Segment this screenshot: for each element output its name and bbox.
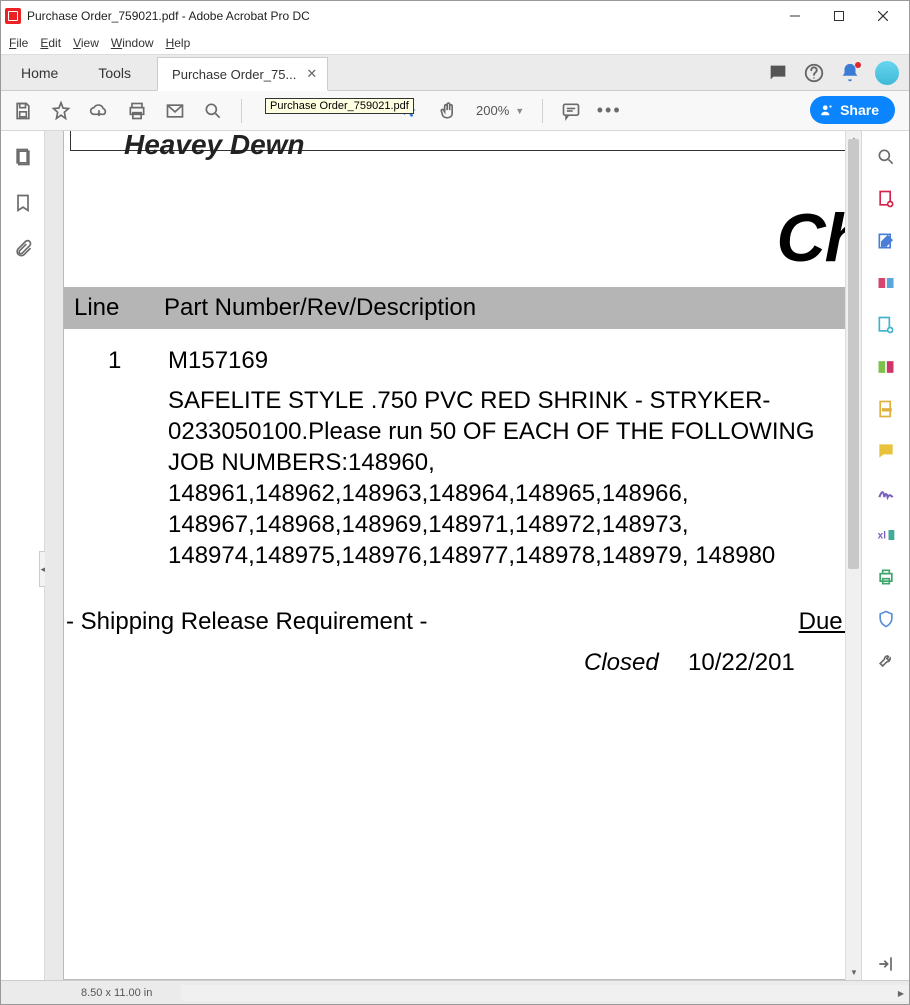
menu-file[interactable]: File [9, 36, 28, 50]
minimize-button[interactable] [773, 1, 817, 31]
menu-window[interactable]: Window [111, 36, 154, 50]
right-tools-rail: xl [861, 131, 909, 980]
col-line: Line [64, 294, 164, 322]
header-text: Heavey Dewn [124, 131, 305, 161]
create-pdf-icon[interactable] [876, 189, 896, 209]
attachment-icon[interactable] [13, 239, 33, 259]
hscroll-right-icon[interactable]: ▶ [893, 985, 909, 1001]
vertical-scrollbar[interactable]: ▲ ▼ [845, 131, 861, 980]
left-navigation-rail: ◀ [1, 131, 45, 980]
window-title: Purchase Order_759021.pdf - Adobe Acroba… [27, 9, 773, 23]
closed-date: 10/22/201 [688, 649, 795, 677]
chat-icon[interactable] [767, 62, 789, 84]
search-right-icon[interactable] [876, 147, 896, 167]
email-icon[interactable] [165, 101, 185, 121]
help-icon[interactable] [803, 62, 825, 84]
sign-icon[interactable] [876, 483, 896, 503]
menu-view[interactable]: View [73, 36, 99, 50]
document-viewport[interactable]: Heavey Dewn Cha Line Part Number/Rev/Des… [45, 131, 861, 980]
redact-icon[interactable] [876, 399, 896, 419]
svg-text:xl: xl [877, 530, 886, 541]
zoom-value: 200% [476, 103, 509, 118]
more-tools-icon[interactable] [876, 651, 896, 671]
toolbar: 200% ▼ ••• Share [1, 91, 909, 131]
export-pdf-icon[interactable] [876, 273, 896, 293]
star-icon[interactable] [51, 101, 71, 121]
hand-icon[interactable] [438, 101, 458, 121]
combine-icon[interactable] [876, 357, 896, 377]
scroll-down-icon[interactable]: ▼ [846, 964, 861, 980]
comment-icon[interactable] [561, 101, 581, 121]
horizontal-scrollbar[interactable] [181, 985, 909, 1001]
pdf-page: Heavey Dewn Cha Line Part Number/Rev/Des… [63, 131, 861, 980]
print-tool-icon[interactable] [876, 567, 896, 587]
status-bar: 8.50 x 11.00 in ◀ ▶ [1, 980, 909, 1004]
app-icon [5, 8, 21, 24]
page-size: 8.50 x 11.00 in [81, 987, 152, 999]
close-button[interactable] [861, 1, 905, 31]
account-avatar[interactable] [875, 61, 899, 85]
col-part: Part Number/Rev/Description [164, 294, 476, 322]
tooltip: Purchase Order_759021.pdf [265, 98, 414, 114]
print-icon[interactable] [127, 101, 147, 121]
document-tab[interactable]: Purchase Order_75... ✕ [157, 57, 328, 91]
table-header: Line Part Number/Rev/Description [64, 287, 861, 329]
menu-edit[interactable]: Edit [40, 36, 61, 50]
search-icon[interactable] [203, 101, 223, 121]
thumbnails-icon[interactable] [13, 147, 33, 167]
comment-tool-icon[interactable] [876, 441, 896, 461]
cloud-icon[interactable] [89, 101, 109, 121]
maximize-button[interactable] [817, 1, 861, 31]
menu-help[interactable]: Help [166, 36, 191, 50]
protect-icon[interactable] [876, 609, 896, 629]
organize-icon[interactable] [876, 315, 896, 335]
edit-pdf-icon[interactable] [876, 231, 896, 251]
share-button[interactable]: Share [810, 96, 895, 124]
toolbar-separator [241, 99, 242, 123]
table-icon[interactable]: xl [876, 525, 896, 545]
menu-bar: File Edit View Window Help [1, 31, 909, 55]
line-number: 1 [108, 347, 121, 375]
toolbar-separator [542, 99, 543, 123]
tab-home[interactable]: Home [1, 56, 78, 90]
bookmark-icon[interactable] [13, 193, 33, 213]
part-number: M157169 [168, 347, 268, 375]
description: SAFELITE STYLE .750 PVC RED SHRINK - STR… [168, 385, 861, 571]
more-icon[interactable]: ••• [599, 101, 619, 121]
share-label: Share [840, 102, 879, 118]
tab-close-icon[interactable]: ✕ [306, 66, 317, 82]
tab-bar: Home Tools Purchase Order_75... ✕ [1, 55, 909, 91]
share-person-icon [820, 103, 834, 117]
zoom-caret-icon: ▼ [515, 106, 524, 116]
scroll-thumb[interactable] [848, 139, 859, 569]
tab-tools[interactable]: Tools [78, 56, 151, 90]
right-panel-collapse[interactable] [876, 954, 896, 974]
document-tab-label: Purchase Order_75... [172, 67, 296, 82]
title-bar: Purchase Order_759021.pdf - Adobe Acroba… [1, 1, 909, 31]
notifications-icon[interactable] [839, 62, 861, 84]
zoom-level[interactable]: 200% ▼ [476, 103, 524, 118]
closed-label: Closed [584, 649, 659, 677]
shipping-requirement-label: - Shipping Release Requirement - [66, 608, 428, 636]
save-icon[interactable] [13, 101, 33, 121]
